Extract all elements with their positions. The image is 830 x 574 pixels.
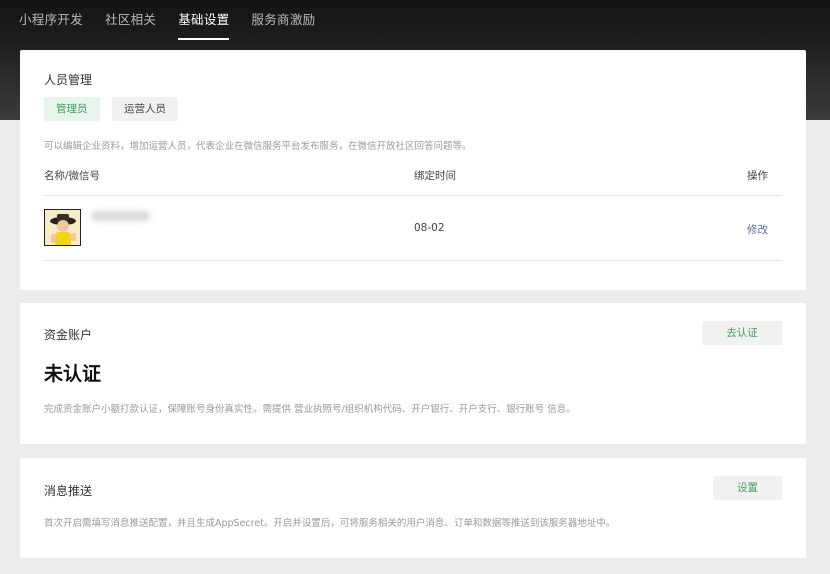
column-header-name: 名称/微信号 xyxy=(44,170,101,182)
table-divider xyxy=(44,260,782,261)
tab-admin[interactable]: 管理员 xyxy=(44,97,100,121)
nav-tab-community[interactable]: 社区相关 xyxy=(105,10,156,36)
fund-account-title: 资金账户 xyxy=(44,328,93,342)
fund-account-description: 完成资金账户小额打款认证，保障账号身份真实性。需提供 营业执照号/组织机构代码、… xyxy=(44,404,576,415)
verify-button[interactable]: 去认证 xyxy=(702,321,782,345)
nav-tab-miniprogram-dev[interactable]: 小程序开发 xyxy=(19,10,83,36)
nav-tab-basic-settings[interactable]: 基础设置 xyxy=(178,10,230,40)
verification-status: 未认证 xyxy=(44,363,102,385)
table-divider xyxy=(44,195,782,196)
message-push-card: 消息推送 设置 首次开启需填写消息推送配置，并且生成AppSecret。开启并设… xyxy=(20,458,806,558)
tab-operators[interactable]: 运营人员 xyxy=(112,97,178,121)
avatar xyxy=(44,209,81,246)
fund-account-card: 资金账户 去认证 未认证 完成资金账户小额打款认证，保障账号身份真实性。需提供 … xyxy=(20,303,806,444)
settings-button[interactable]: 设置 xyxy=(713,476,782,500)
personnel-card: 人员管理 管理员 运营人员 可以编辑企业资料，增加运营人员，代表企业在微信服务平… xyxy=(20,50,806,290)
nav-tab-provider-incentive[interactable]: 服务商激励 xyxy=(251,10,315,36)
bind-time-value: 08-02 xyxy=(414,222,445,234)
personnel-title: 人员管理 xyxy=(44,73,93,87)
edit-link[interactable]: 修改 xyxy=(747,222,768,237)
wechat-id-obscured xyxy=(92,211,150,221)
column-header-action: 操作 xyxy=(747,170,768,182)
message-push-title: 消息推送 xyxy=(44,484,93,498)
top-nav: 小程序开发 社区相关 基础设置 服务商激励 xyxy=(19,10,337,40)
personnel-description: 可以编辑企业资料，增加运营人员，代表企业在微信服务平台发布服务，在微信开放社区回… xyxy=(44,141,472,152)
column-header-bind-time: 绑定时间 xyxy=(414,170,456,182)
message-push-description: 首次开启需填写消息推送配置，并且生成AppSecret。开启并设置后，可将服务相… xyxy=(44,518,616,529)
